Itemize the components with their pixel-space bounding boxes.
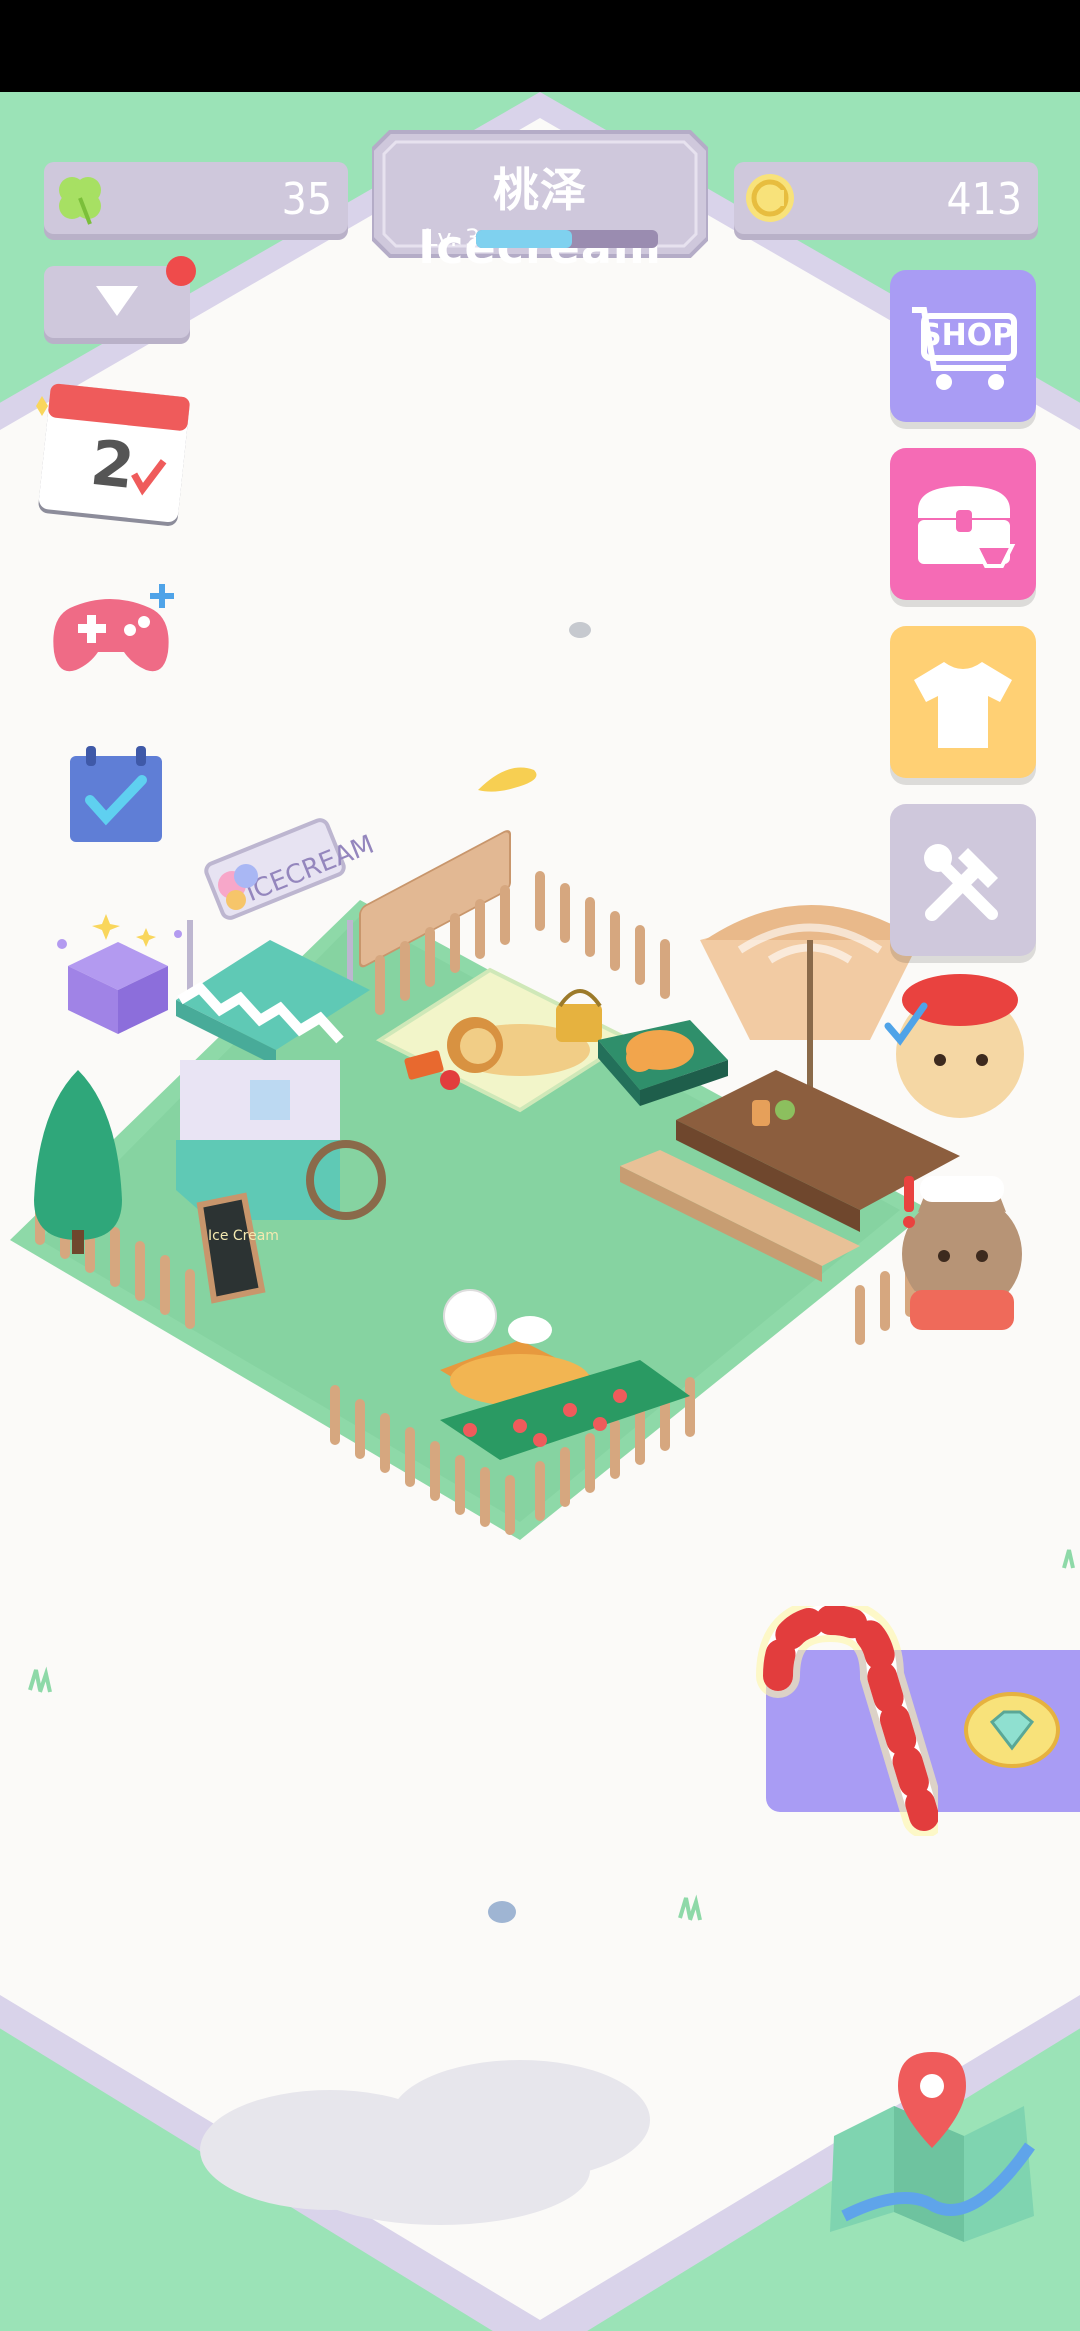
checklist-icon[interactable] — [66, 746, 166, 846]
map-icon[interactable] — [824, 2046, 1038, 2242]
calendar-icon[interactable]: 2 — [30, 368, 200, 528]
tshirt-icon — [914, 662, 1012, 748]
svg-text:2: 2 — [87, 426, 138, 503]
tools-icon — [924, 844, 998, 921]
candy-cane-icon[interactable] — [748, 1606, 938, 1836]
gift-box-icon[interactable] — [50, 904, 186, 1040]
player-name: 桃泽 Icecream — [418, 163, 661, 274]
clover-count: 35 — [281, 174, 332, 225]
shop-button[interactable]: SHOP — [890, 270, 1036, 422]
coin-counter[interactable]: 413 — [734, 162, 1038, 234]
diamond-icon — [964, 1692, 1060, 1768]
shop-label: SHOP — [920, 318, 1015, 353]
pebble — [488, 1901, 516, 1923]
dropdown-arrow-icon — [96, 286, 138, 316]
wardrobe-button[interactable] — [890, 626, 1036, 778]
clover-icon — [59, 177, 101, 225]
status-bar — [0, 0, 1080, 92]
player-title-plate[interactable]: 桃泽 Icecream Lv. 3 — [372, 128, 708, 274]
xp-bar-fill — [476, 230, 573, 248]
chalkboard-text: Ice Cream — [208, 1228, 279, 1244]
pebble — [569, 622, 591, 638]
treasure-chest-icon — [918, 486, 1016, 568]
xp-bar — [476, 230, 658, 248]
treasure-chest-button[interactable] — [890, 448, 1036, 600]
coin-icon — [746, 174, 794, 222]
menu-dropdown-button[interactable] — [44, 256, 196, 338]
coin-count: 413 — [946, 174, 1022, 225]
notification-dot — [166, 256, 196, 286]
build-tools-button[interactable] — [890, 804, 1036, 956]
gamepad-icon[interactable] — [50, 578, 186, 678]
clover-counter[interactable]: 35 — [44, 162, 348, 234]
level-label: Lv. 3 — [424, 224, 481, 252]
